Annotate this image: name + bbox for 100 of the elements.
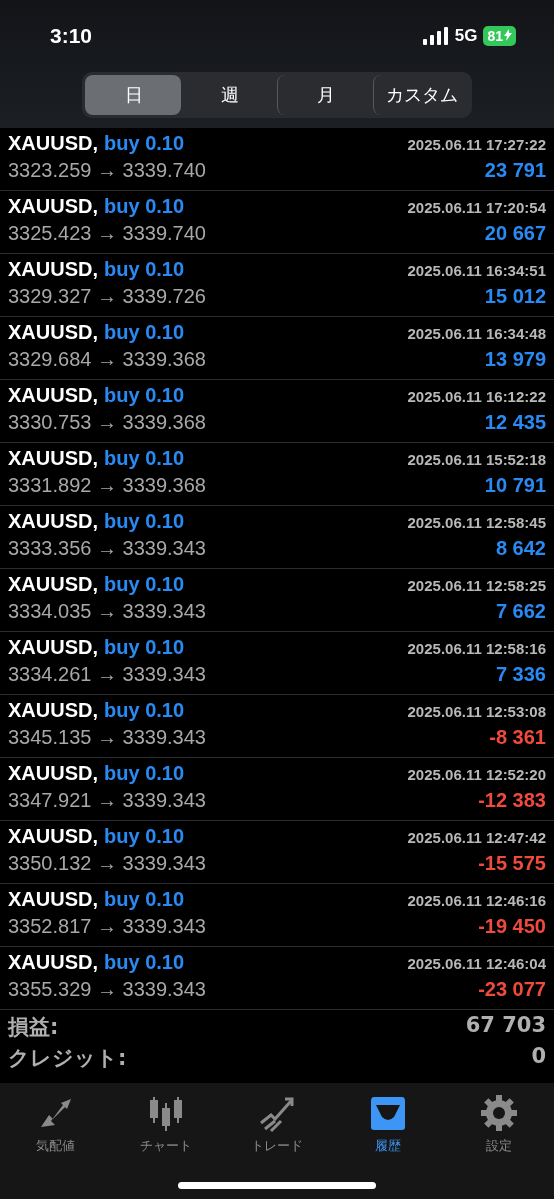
symbol-label: XAUUSD, bbox=[8, 699, 98, 721]
deal-time: 2025.06.11 12:58:45 bbox=[407, 514, 546, 531]
profit-value: 20 667 bbox=[484, 222, 546, 245]
profit-value: 15 012 bbox=[484, 285, 546, 308]
nav-tab[interactable]: チャート bbox=[116, 1093, 217, 1155]
deal-time: 2025.06.11 16:34:51 bbox=[407, 262, 546, 279]
deal-row[interactable]: XAUUSD, buy 0.10 2025.06.11 12:58:25 3334.035 → 3339.343 7 662 bbox=[0, 569, 554, 632]
order-side: buy 0.10 bbox=[104, 888, 185, 910]
order-side: buy 0.10 bbox=[104, 510, 185, 532]
deal-row[interactable]: XAUUSD, buy 0.10 2025.06.11 12:47:42 3350.132 → 3339.343 -15 575 bbox=[0, 821, 554, 884]
order-side: buy 0.10 bbox=[104, 762, 185, 784]
profit-value: -23 077 bbox=[478, 978, 546, 1001]
settings-icon bbox=[478, 1093, 519, 1133]
nav-tab[interactable]: 気配値 bbox=[5, 1093, 106, 1155]
price-range: 3331.892 → 3339.368 bbox=[8, 474, 206, 497]
price-range: 3330.753 → 3339.368 bbox=[8, 411, 206, 434]
deal-time: 2025.06.11 12:52:20 bbox=[407, 766, 546, 783]
price-range: 3334.035 → 3339.343 bbox=[8, 600, 206, 623]
deal-time: 2025.06.11 16:34:48 bbox=[407, 325, 546, 342]
deal-row[interactable]: XAUUSD, buy 0.10 2025.06.11 17:20:54 3325.423 → 3339.740 20 667 bbox=[0, 191, 554, 254]
deal-row[interactable]: XAUUSD, buy 0.10 2025.06.11 12:58:16 3334.261 → 3339.343 7 336 bbox=[0, 632, 554, 695]
profit-value: 12 435 bbox=[484, 411, 546, 434]
price-range: 3355.329 → 3339.343 bbox=[8, 978, 206, 1001]
deal-row[interactable]: XAUUSD, buy 0.10 2025.06.11 15:52:18 3331.892 → 3339.368 10 791 bbox=[0, 443, 554, 506]
profit-value: -19 450 bbox=[478, 915, 546, 938]
deal-row[interactable]: XAUUSD, buy 0.10 2025.06.11 12:58:45 3333.356 → 3339.343 8 642 bbox=[0, 506, 554, 569]
nav-tab[interactable]: トレード bbox=[227, 1093, 327, 1155]
order-side: buy 0.10 bbox=[104, 258, 185, 280]
charging-bolt-icon bbox=[504, 29, 512, 41]
deal-row[interactable]: XAUUSD, buy 0.10 2025.06.11 16:12:22 3330.753 → 3339.368 12 435 bbox=[0, 380, 554, 443]
profit-value: 8 642 bbox=[495, 537, 546, 560]
summary-label: クレジット: bbox=[8, 1045, 127, 1072]
deal-time: 2025.06.11 12:58:16 bbox=[407, 640, 546, 657]
order-side: buy 0.10 bbox=[104, 321, 185, 343]
profit-value: 7 336 bbox=[495, 663, 546, 686]
deal-row[interactable]: XAUUSD, buy 0.10 2025.06.11 12:52:20 3347.921 → 3339.343 -12 383 bbox=[0, 758, 554, 821]
deal-time: 2025.06.11 12:46:04 bbox=[407, 955, 546, 972]
summary-value: 67 703 bbox=[465, 1013, 546, 1039]
order-side: buy 0.10 bbox=[104, 195, 185, 217]
symbol-label: XAUUSD, bbox=[8, 384, 98, 406]
deal-row[interactable]: XAUUSD, buy 0.10 2025.06.11 12:46:04 3355.329 → 3339.343 -23 077 bbox=[0, 947, 554, 1010]
price-range: 3329.684 → 3339.368 bbox=[8, 348, 206, 371]
price-range: 3333.356 → 3339.343 bbox=[8, 537, 206, 560]
deal-row[interactable]: XAUUSD, buy 0.10 2025.06.11 16:34:51 3329.327 → 3339.726 15 012 bbox=[0, 254, 554, 317]
battery-indicator: 81 bbox=[483, 26, 516, 46]
price-range: 3323.259 → 3339.740 bbox=[8, 159, 206, 182]
profit-value: 10 791 bbox=[484, 474, 546, 497]
period-tab[interactable]: 日 bbox=[85, 75, 181, 115]
profit-value: -12 383 bbox=[478, 789, 546, 812]
symbol-label: XAUUSD, bbox=[8, 636, 98, 658]
period-tab[interactable]: カスタム bbox=[373, 75, 469, 115]
status-time: 3:10 bbox=[50, 24, 93, 48]
symbol-label: XAUUSD, bbox=[8, 132, 98, 154]
deal-row[interactable]: XAUUSD, buy 0.10 2025.06.11 16:34:48 3329.684 → 3339.368 13 979 bbox=[0, 317, 554, 380]
deal-time: 2025.06.11 12:58:25 bbox=[407, 577, 546, 594]
nav-tab[interactable]: 履歴 bbox=[337, 1093, 438, 1155]
deal-time: 2025.06.11 12:46:16 bbox=[407, 892, 546, 909]
deal-row[interactable]: XAUUSD, buy 0.10 2025.06.11 12:53:08 3345.135 → 3339.343 -8 361 bbox=[0, 695, 554, 758]
network-label: 5G bbox=[454, 26, 478, 46]
period-tab[interactable]: 月 bbox=[277, 75, 373, 115]
signal-icon bbox=[422, 27, 449, 45]
order-side: buy 0.10 bbox=[104, 447, 185, 469]
profit-value: -8 361 bbox=[489, 726, 546, 749]
deal-time: 2025.06.11 17:27:22 bbox=[407, 136, 546, 153]
order-side: buy 0.10 bbox=[104, 573, 185, 595]
order-side: buy 0.10 bbox=[104, 636, 185, 658]
deal-row[interactable]: XAUUSD, buy 0.10 2025.06.11 12:46:16 3352.817 → 3339.343 -19 450 bbox=[0, 884, 554, 947]
symbol-label: XAUUSD, bbox=[8, 447, 98, 469]
price-range: 3329.327 → 3339.726 bbox=[8, 285, 206, 308]
symbol-label: XAUUSD, bbox=[8, 258, 98, 280]
deal-time: 2025.06.11 12:47:42 bbox=[407, 829, 546, 846]
profit-value: -15 575 bbox=[478, 852, 546, 875]
symbol-label: XAUUSD, bbox=[8, 321, 98, 343]
deal-time: 2025.06.11 17:20:54 bbox=[407, 199, 546, 216]
price-range: 3347.921 → 3339.343 bbox=[8, 789, 206, 812]
profit-value: 13 979 bbox=[484, 348, 546, 371]
price-range: 3352.817 → 3339.343 bbox=[8, 915, 206, 938]
summary-label: 損益: bbox=[8, 1014, 59, 1041]
deal-row[interactable]: XAUUSD, buy 0.10 2025.06.11 17:27:22 3323.259 → 3339.740 23 791 bbox=[0, 128, 554, 191]
symbol-label: XAUUSD, bbox=[8, 510, 98, 532]
deal-time: 2025.06.11 15:52:18 bbox=[407, 451, 546, 468]
price-range: 3350.132 → 3339.343 bbox=[8, 852, 206, 875]
profit-value: 23 791 bbox=[484, 159, 546, 182]
symbol-label: XAUUSD, bbox=[8, 888, 98, 910]
period-tab[interactable]: 週 bbox=[181, 75, 277, 115]
deal-time: 2025.06.11 16:12:22 bbox=[407, 388, 546, 405]
price-range: 3334.261 → 3339.343 bbox=[8, 663, 206, 686]
symbol-label: XAUUSD, bbox=[8, 825, 98, 847]
deal-time: 2025.06.11 12:53:08 bbox=[407, 703, 546, 720]
symbol-label: XAUUSD, bbox=[8, 762, 98, 784]
symbol-label: XAUUSD, bbox=[8, 195, 98, 217]
order-side: buy 0.10 bbox=[104, 825, 185, 847]
nav-tab[interactable]: 設定 bbox=[448, 1093, 549, 1155]
symbol-label: XAUUSD, bbox=[8, 573, 98, 595]
price-range: 3345.135 → 3339.343 bbox=[8, 726, 206, 749]
order-side: buy 0.10 bbox=[104, 951, 185, 973]
symbol-label: XAUUSD, bbox=[8, 951, 98, 973]
price-range: 3325.423 → 3339.740 bbox=[8, 222, 206, 245]
order-side: buy 0.10 bbox=[104, 132, 185, 154]
order-side: buy 0.10 bbox=[104, 699, 185, 721]
